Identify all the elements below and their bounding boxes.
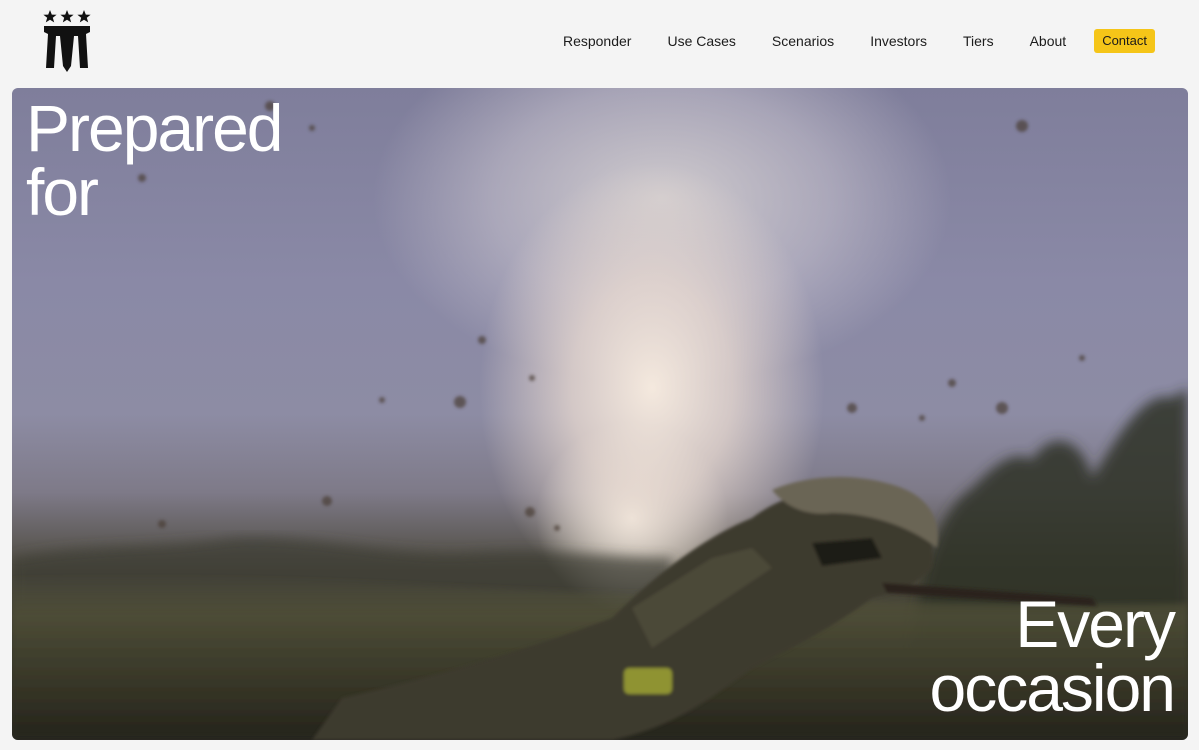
hero-headline-line: occasion bbox=[929, 651, 1176, 725]
contact-button[interactable]: Contact bbox=[1094, 29, 1155, 53]
nav-item-use-cases[interactable]: Use Cases bbox=[667, 29, 735, 53]
hero-headline-bottom: Every occasion bbox=[929, 587, 1176, 725]
hero-headline-line: for bbox=[26, 155, 99, 229]
nav-item-scenarios[interactable]: Scenarios bbox=[772, 29, 834, 53]
main-nav: Responder Use Cases Scenarios Investors … bbox=[563, 29, 1155, 53]
nav-item-investors[interactable]: Investors bbox=[870, 29, 927, 53]
hero-banner: Prepared for Every occasion bbox=[12, 88, 1188, 740]
nav-item-responder[interactable]: Responder bbox=[563, 29, 632, 53]
nav-item-about[interactable]: About bbox=[1030, 29, 1067, 53]
site-header: Responder Use Cases Scenarios Investors … bbox=[0, 0, 1199, 82]
brand-logo-icon[interactable] bbox=[40, 8, 94, 74]
hero-headline-line: Every bbox=[1015, 587, 1176, 661]
hero-headline-top: Prepared for bbox=[26, 91, 284, 229]
nav-item-tiers[interactable]: Tiers bbox=[963, 29, 994, 53]
hero-headline-line: Prepared bbox=[26, 91, 284, 165]
